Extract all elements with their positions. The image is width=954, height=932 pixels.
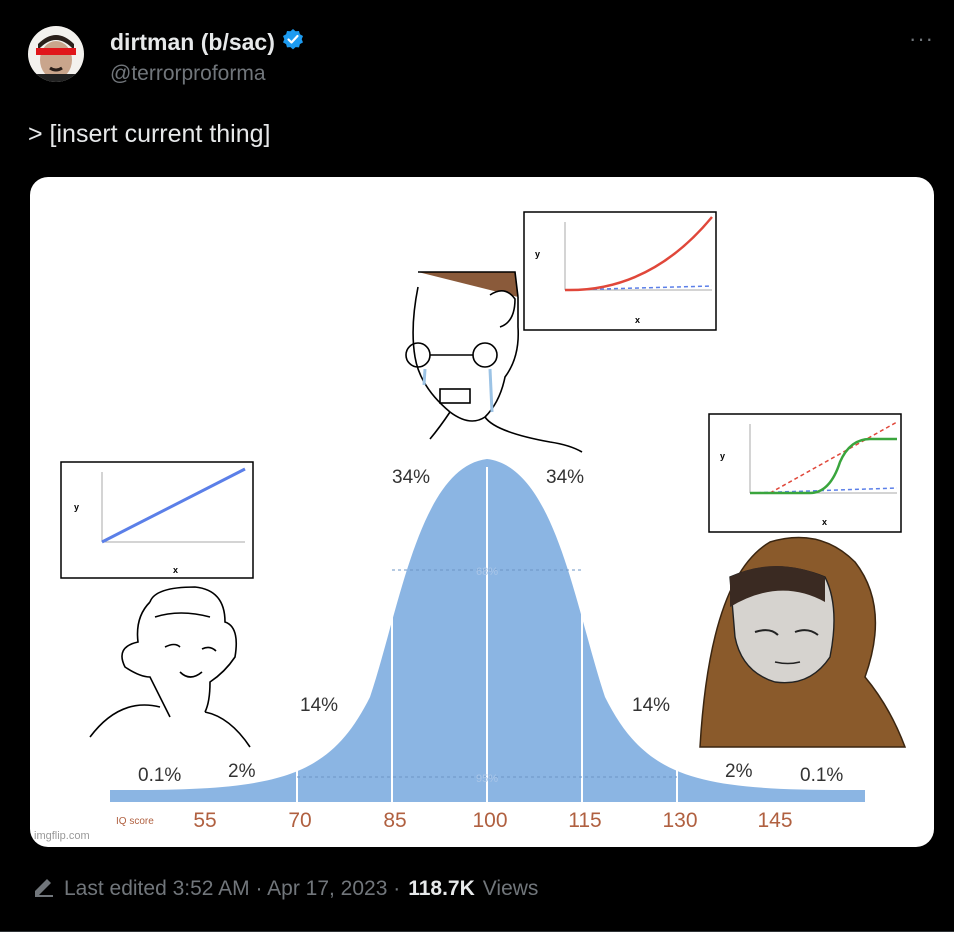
handle[interactable]: @terrorproforma [110,62,266,86]
percent-label: 34% [546,467,584,488]
censor-bar [36,48,76,55]
percent-label: 0.1% [800,765,843,786]
svg-text:y: y [74,502,79,512]
right-hooded-wojak [699,536,907,748]
svg-text:x: x [173,565,178,575]
inner-label-95: 95% [476,773,498,785]
watermark: imgflip.com [34,830,90,842]
svg-text:y: y [720,451,725,461]
svg-text:x: x [635,315,640,325]
percent-label: 14% [632,695,670,716]
score-tick: 70 [288,809,311,832]
left-wojak [89,586,251,748]
edited-timestamp[interactable]: Last edited 3:52 AM · Apr 17, 2023 · [64,877,400,901]
verified-badge-icon [281,28,305,57]
score-tick: 100 [472,809,507,832]
percent-label: 0.1% [138,765,181,786]
views-label: Views [482,877,539,900]
percent-label: 14% [300,695,338,716]
linear-plot: y x [60,461,254,579]
svg-text:x: x [822,517,827,527]
more-options-icon[interactable]: ··· [909,26,934,52]
tweet-footer: Last edited 3:52 AM · Apr 17, 2023 · 118… [32,874,538,904]
avatar[interactable] [28,26,84,82]
tweet-image[interactable]: 68% 95% 0.1% 2% 14% 34% 34% 14% 2% 0.1% … [30,177,934,847]
svg-text:y: y [535,249,540,259]
percent-label: 2% [228,761,256,782]
edit-pencil-icon [32,874,56,904]
score-tick: 145 [757,809,792,832]
percent-label: 2% [725,761,753,782]
sigmoid-plot: y x [708,413,902,533]
tweet-header: dirtman (b/sac) @terrorproforma ··· [28,20,938,90]
score-tick: 85 [383,809,406,832]
views-count: 118.7K [408,877,475,900]
score-tick: 55 [193,809,216,832]
percent-label: 34% [392,467,430,488]
score-tick: 115 [568,809,601,832]
iq-score-label: IQ score [116,816,154,827]
tweet-text: > [insert current thing] [28,120,271,148]
exponential-plot: y x [523,211,717,331]
inner-label-68: 68% [476,566,498,578]
display-name[interactable]: dirtman (b/sac) [110,29,275,56]
score-tick: 130 [662,809,697,832]
